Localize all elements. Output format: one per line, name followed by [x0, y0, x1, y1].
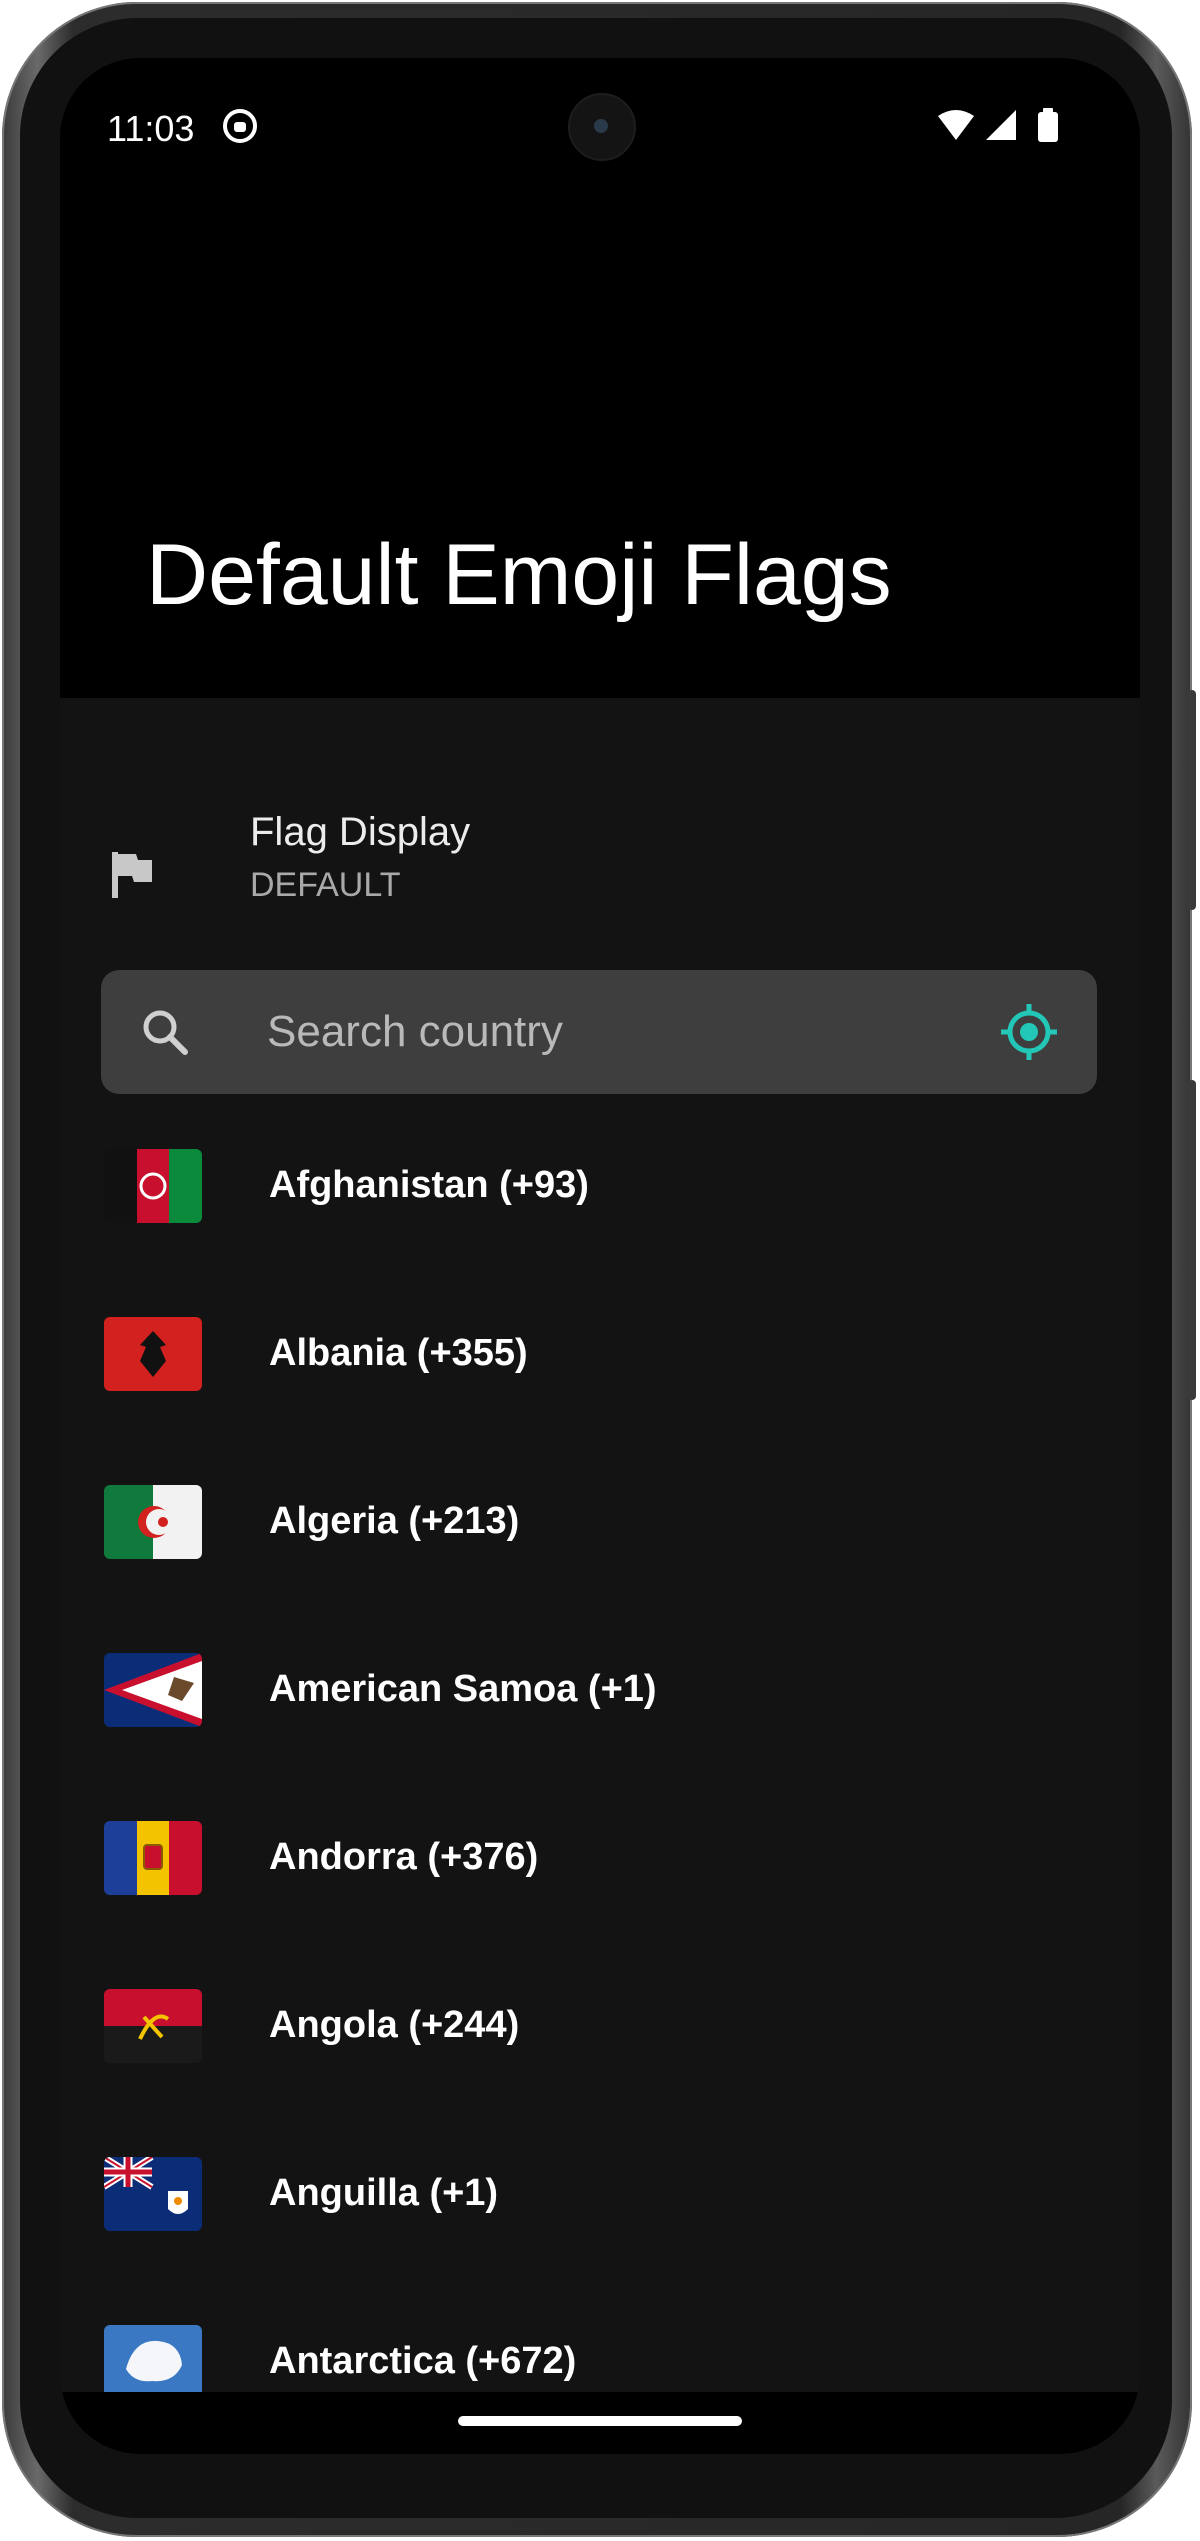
country-label: American Samoa (+1) — [269, 1668, 657, 1710]
preference-title: Flag Display — [250, 810, 471, 854]
flag-display-preference[interactable]: Flag Display DEFAULT — [60, 810, 1140, 960]
angola-flag-icon — [104, 1989, 202, 2063]
american-samoa-flag-icon — [104, 1653, 202, 1727]
list-item[interactable]: Andorra (+376) — [60, 1766, 1140, 1934]
country-label: Angola (+244) — [269, 2004, 520, 2046]
status-icons — [932, 108, 1072, 144]
search-bar[interactable] — [101, 970, 1097, 1094]
phone-frame: 11:03 Default Emoji Flags Flag Display D… — [0, 0, 1200, 2541]
list-item[interactable]: Algeria (+213) — [60, 1430, 1140, 1598]
status-time: 11:03 — [107, 108, 195, 149]
preference-summary: DEFAULT — [250, 866, 401, 904]
home-gesture-handle[interactable] — [458, 2416, 742, 2426]
search-icon — [143, 1010, 188, 1055]
app-header: 11:03 Default Emoji Flags — [60, 58, 1140, 698]
page-title: Default Emoji Flags — [146, 527, 892, 623]
list-item[interactable]: Angola (+244) — [60, 1934, 1140, 2102]
navigation-bar — [60, 2392, 1140, 2454]
country-label: Andorra (+376) — [269, 1836, 539, 1878]
country-label: Anguilla (+1) — [269, 2172, 499, 2214]
albania-flag-icon — [104, 1317, 202, 1391]
search-input[interactable] — [267, 994, 967, 1070]
algeria-flag-icon — [104, 1485, 202, 1559]
country-label: Albania (+355) — [269, 1332, 528, 1374]
cellular-signal-icon — [986, 110, 1016, 140]
afghanistan-flag-icon — [104, 1149, 202, 1223]
list-item[interactable]: Albania (+355) — [60, 1262, 1140, 1430]
battery-icon — [1038, 108, 1058, 142]
screen: 11:03 Default Emoji Flags Flag Display D… — [60, 58, 1140, 2454]
anguilla-flag-icon — [104, 2157, 202, 2231]
wifi-icon — [938, 110, 974, 140]
front-camera — [568, 93, 636, 161]
app-notification-icon — [223, 109, 257, 143]
my-location-icon[interactable] — [999, 1002, 1059, 1062]
country-label: Algeria (+213) — [269, 1500, 520, 1542]
list-item[interactable]: Afghanistan (+93) — [60, 1094, 1140, 1262]
power-button — [1188, 1080, 1196, 1400]
list-item[interactable]: Anguilla (+1) — [60, 2102, 1140, 2270]
andorra-flag-icon — [104, 1821, 202, 1895]
volume-button — [1188, 690, 1196, 910]
list-item[interactable]: American Samoa (+1) — [60, 1598, 1140, 1766]
flag-icon — [112, 852, 152, 898]
country-label: Antarctica (+672) — [269, 2340, 577, 2382]
country-label: Afghanistan (+93) — [269, 1164, 589, 1206]
antarctica-flag-icon — [104, 2325, 202, 2399]
